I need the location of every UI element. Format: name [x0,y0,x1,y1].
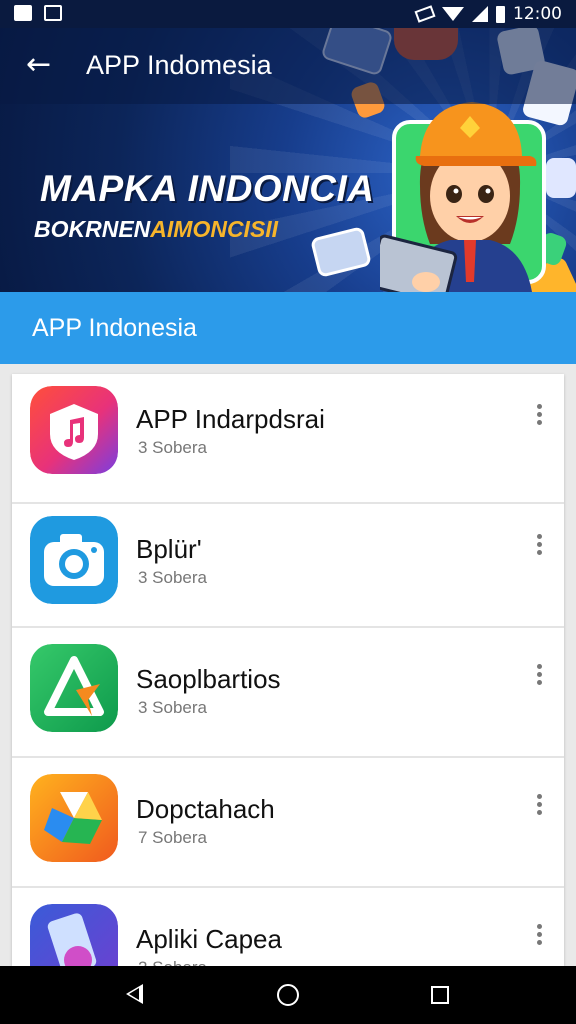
app-name: Dopctahach [136,794,275,824]
vibrate-icon [414,5,436,23]
list-item[interactable]: Saoplbartios 3 Sobera [12,628,564,758]
app-subtitle: 7 Sobera [138,828,207,847]
triangle-app-icon[interactable] [30,644,118,732]
banner-tagline-part1: BOKRNEN [34,216,151,242]
home-circle-icon[interactable] [277,984,299,1006]
app-subtitle: 3 Sobera [138,698,207,717]
app-name: Apliki Capea [136,924,282,954]
list-item[interactable]: APP Indarpdsrai 3 Sobera [12,374,564,504]
back-triangle-icon[interactable] [126,984,143,1004]
app-icon [44,5,62,21]
list-item[interactable]: Bplür' 3 Sobera [12,498,564,628]
notification-icon [14,5,32,21]
status-right: 12:00 [414,4,562,24]
banner-headline: MAPKA INDONCIA [40,168,375,209]
more-vert-icon[interactable] [534,534,544,560]
app-subtitle: 3 Sobera [138,568,207,587]
more-vert-icon[interactable] [534,794,544,820]
more-vert-icon[interactable] [534,664,544,690]
music-app-icon[interactable] [30,386,118,474]
app-list: APP Indarpdsrai 3 Sobera Bplür' 3 Sobera… [12,374,564,966]
banner-tagline-part2: AIMONCISII [150,216,279,242]
list-item[interactable]: Dopctahach 7 Sobera [12,758,564,888]
wifi-icon [442,7,464,21]
banner-tagline: BOKRNENAIMONCISII [34,216,278,243]
more-vert-icon[interactable] [534,404,544,430]
navigation-bar [0,966,576,1024]
battery-icon [496,5,505,23]
status-time: 12:00 [513,4,562,24]
hero-banner: ← APP Indomesia MAPKA INDONCIA BOKRNENAI… [0,28,576,292]
drive-app-icon[interactable] [30,774,118,862]
app-name: Bplür' [136,534,202,564]
app-subtitle: 3 Sobera [138,438,207,457]
list-item[interactable]: Apliki Capea 2 Sobera [12,888,564,966]
camera-app-icon[interactable] [30,516,118,604]
signal-icon [472,6,488,22]
section-title: APP Indonesia [32,314,197,342]
section-header: APP Indonesia [0,292,576,364]
app-name: APP Indarpdsrai [136,404,325,434]
recents-square-icon[interactable] [431,986,449,1004]
app-bar-title: APP Indomesia [86,50,272,80]
arrow-left-icon[interactable]: ← [26,50,56,80]
app-name: Saoplbartios [136,664,281,694]
phone-app-icon[interactable] [30,904,118,966]
app-subtitle: 2 Sobera [138,958,207,966]
more-vert-icon[interactable] [534,924,544,950]
status-bar: 12:00 [0,0,576,28]
